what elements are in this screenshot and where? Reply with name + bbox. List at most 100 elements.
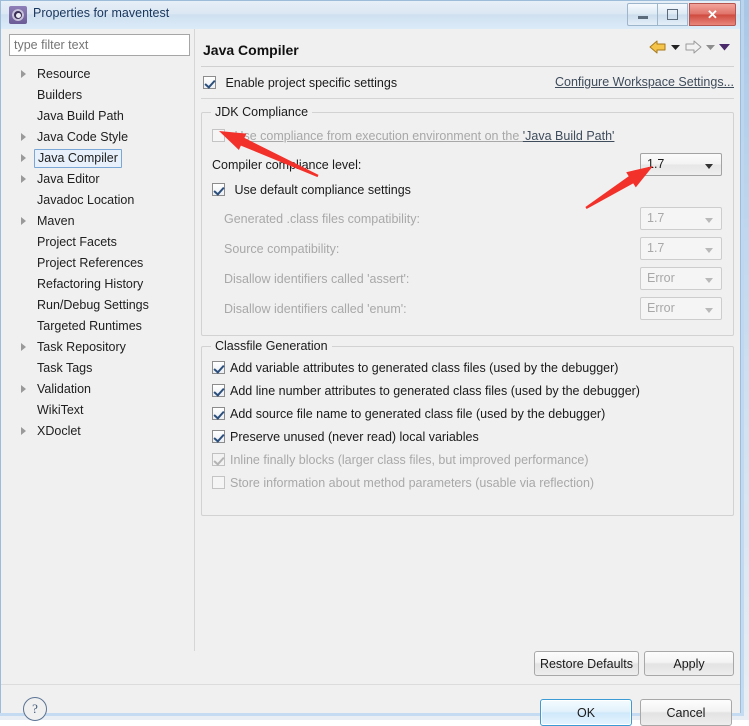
tree-item-builders[interactable]: Builders [9,85,190,106]
jdk-detail-combo-value: 1.7 [647,241,665,255]
classfile-option-checkbox [212,476,225,489]
classfile-option-row: Preserve unused (never read) local varia… [212,428,479,448]
settings-tree[interactable]: Resource Builders Java Build Path Java Code… [9,64,190,442]
tree-item-task-tags[interactable]: Task Tags [9,358,190,379]
back-arrow-icon[interactable] [649,40,667,54]
tree-item-java-compiler[interactable]: Java Compiler [9,148,190,169]
tree-item-label: Run/Debug Settings [37,298,149,312]
enable-project-specific-checkbox[interactable] [203,76,216,89]
tree-item-label: Java Build Path [37,109,124,123]
jdk-detail-row: Source compatibility: [224,239,339,259]
classfile-option-row: Add variable attributes to generated cla… [212,359,618,379]
tree-item-project-facets[interactable]: Project Facets [9,232,190,253]
compiler-compliance-level-combo[interactable]: 1.7 [640,153,722,176]
dialog-body: Resource Builders Java Build Path Java Code… [1,29,740,726]
use-execution-environment-label: Use compliance from execution environmen… [234,129,614,143]
tree-item-label: Validation [37,382,91,396]
chevron-down-icon [705,218,713,223]
tree-item-label: WikiText [37,403,84,417]
tree-item-java-code-style[interactable]: Java Code Style [9,127,190,148]
jdk-detail-combo-value: 1.7 [647,211,665,225]
tree-item-label: Task Tags [37,361,93,375]
tree-item-label: Builders [37,88,83,102]
tree-item-maven[interactable]: Maven [9,211,190,232]
tree-item-resource[interactable]: Resource [9,64,190,85]
window-controls: ✕ [627,3,736,26]
use-default-compliance-settings-label: Use default compliance settings [234,183,411,197]
classfile-option-checkbox[interactable] [212,361,225,374]
minimize-button[interactable] [627,3,658,26]
maximize-button[interactable] [657,3,688,26]
classfile-option-label: Store information about method parameter… [230,476,595,490]
classfile-option-checkbox[interactable] [212,430,225,443]
filter-input[interactable] [9,34,190,56]
minimize-icon [637,16,648,19]
tree-item-xdoclet[interactable]: XDoclet [9,421,190,442]
expand-chevron-right-icon[interactable] [21,133,26,141]
restore-defaults-button[interactable]: Restore Defaults [534,651,639,676]
tree-item-javadoc-location[interactable]: Javadoc Location [9,190,190,211]
properties-dialog: Properties for maventest ✕ Resource Build… [0,0,741,726]
use-execution-environment-text: Use compliance from execution environmen… [234,129,523,143]
expand-chevron-right-icon[interactable] [21,154,26,162]
forward-history-chevron-down-icon[interactable] [706,44,715,51]
classfile-generation-group: Classfile Generation Add variable attrib… [201,339,734,516]
jdk-detail-row: Disallow identifiers called 'assert': [224,269,409,289]
classfile-option-label: Add source file name to generated class … [230,407,606,421]
tree-item-project-references[interactable]: Project References [9,253,190,274]
classfile-option-label: Add line number attributes to generated … [230,384,640,398]
java-build-path-link[interactable]: 'Java Build Path' [523,129,615,143]
view-menu-chevron-down-icon[interactable] [719,43,730,51]
expand-chevron-right-icon[interactable] [21,217,26,225]
jdk-compliance-group: JDK Compliance Use compliance from execu… [201,105,734,336]
ok-button[interactable]: OK [540,699,632,726]
expand-chevron-right-icon[interactable] [21,427,26,435]
classfile-option-label: Inline finally blocks (larger class file… [230,453,589,467]
chevron-down-icon [705,164,713,169]
jdk-detail-combo: 1.7 [640,207,722,230]
tree-item-targeted-runtimes[interactable]: Targeted Runtimes [9,316,190,337]
configure-workspace-settings-link[interactable]: Configure Workspace Settings... [555,75,734,89]
jdk-detail-combo: Error [640,297,722,320]
java-compiler-page: Java Compiler Enable project specific se… [199,34,734,649]
jdk-detail-combo: Error [640,267,722,290]
compiler-compliance-level-label: Compiler compliance level: [212,158,362,172]
jdk-detail-combo-value: Error [647,271,675,285]
use-default-compliance-settings-checkbox[interactable] [212,183,225,196]
jdk-detail-row: Disallow identifiers called 'enum': [224,299,407,319]
chevron-down-icon [705,308,713,313]
help-button[interactable]: ? [23,697,47,721]
header-separator [201,98,734,99]
back-history-chevron-down-icon[interactable] [671,44,680,51]
classfile-generation-legend: Classfile Generation [211,339,332,353]
expand-chevron-right-icon[interactable] [21,385,26,393]
tree-item-label: Java Compiler [34,149,122,168]
close-button[interactable]: ✕ [689,3,736,26]
enable-project-specific-row: Enable project specific settings Configu… [203,74,734,94]
expand-chevron-right-icon[interactable] [21,175,26,183]
classfile-option-checkbox[interactable] [212,384,225,397]
jdk-detail-combo: 1.7 [640,237,722,260]
expand-chevron-right-icon[interactable] [21,70,26,78]
chevron-down-icon [705,248,713,253]
tree-item-refactoring-history[interactable]: Refactoring History [9,274,190,295]
tree-item-java-editor[interactable]: Java Editor [9,169,190,190]
tree-item-task-repository[interactable]: Task Repository [9,337,190,358]
apply-button[interactable]: Apply [644,651,734,676]
tree-item-java-build-path[interactable]: Java Build Path [9,106,190,127]
use-execution-environment-checkbox[interactable] [212,129,225,142]
page-navigation [649,40,730,54]
expand-chevron-right-icon[interactable] [21,343,26,351]
forward-arrow-icon[interactable] [684,40,702,54]
pane-divider [194,29,195,651]
tree-item-wikitext[interactable]: WikiText [9,400,190,421]
classfile-option-checkbox[interactable] [212,407,225,420]
cancel-button[interactable]: Cancel [640,699,732,726]
title-separator [201,66,734,67]
classfile-option-row: Inline finally blocks (larger class file… [212,451,588,471]
jdk-detail-row: Generated .class files compatibility: [224,209,420,229]
tree-item-validation[interactable]: Validation [9,379,190,400]
jdk-detail-label: Source compatibility: [224,242,340,256]
enable-project-specific-label: Enable project specific settings [225,76,398,90]
tree-item-run-debug-settings[interactable]: Run/Debug Settings [9,295,190,316]
